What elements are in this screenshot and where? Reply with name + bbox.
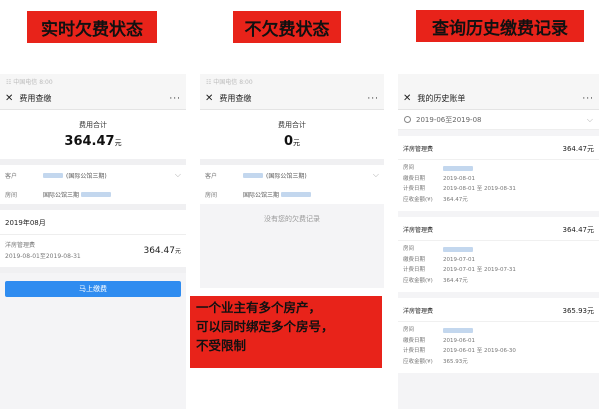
total-value: 364.47 — [64, 134, 115, 149]
month-header: 2019年08月 — [0, 210, 186, 235]
house-label: 房间 — [5, 192, 18, 199]
banner-history-query: 查询历史缴费记录 — [416, 10, 584, 42]
redacted-room — [443, 247, 473, 252]
house-value: 国际公馆三期 — [243, 192, 280, 199]
total-amount: 364.47元 — [0, 130, 186, 159]
record-amount: 364.47元 — [562, 226, 595, 234]
chevron-down-icon[interactable]: ⌵ — [373, 170, 379, 180]
record-date: 2019-07-01 — [443, 256, 475, 263]
record-due: 364.47元 — [443, 277, 468, 284]
redacted-name — [243, 172, 263, 178]
more-icon[interactable]: ··· — [367, 94, 379, 104]
total-label: 费用合计 — [278, 121, 306, 129]
unit-label: 元 — [293, 139, 301, 147]
customer-label: 客户 — [5, 172, 18, 180]
redacted-room — [443, 166, 473, 171]
period-label: 计费日期 — [403, 186, 426, 192]
record-name: 洋房管理费 — [403, 227, 434, 234]
room-label: 房间 — [403, 327, 415, 333]
record-name: 洋房管理费 — [403, 308, 434, 315]
house-row: 房间 国际公馆三期 — [0, 185, 186, 204]
bill-period: 2019-08-01至2019-08-31 — [5, 253, 81, 260]
status-bar: ☷ 中国电信 8:00 — [0, 74, 186, 88]
house-row: 房间 国际公馆三期 — [200, 185, 384, 204]
total-label: 费用合计 — [79, 121, 107, 129]
redacted-room — [81, 192, 112, 197]
record-name: 洋房管理费 — [403, 146, 434, 153]
close-icon[interactable]: ✕ — [403, 93, 411, 104]
customer-row[interactable]: 客户 (国际公馆三期) ⌵ — [0, 165, 186, 185]
status-bar — [398, 74, 599, 88]
multi-property-callout: 一个业主有多个房产， 可以同时绑定多个房号， 不受限制 — [190, 296, 382, 368]
room-label: 房间 — [403, 246, 415, 252]
top-bar: ✕ 费用查缴 ··· — [200, 88, 384, 110]
customer-value: (国际公馆三期) — [266, 172, 307, 180]
banner-no-arrears: 不欠费状态 — [233, 11, 341, 43]
pay-now-button[interactable]: 马上缴费 — [5, 281, 181, 297]
total-card: 费用合计 364.47元 — [0, 110, 186, 159]
page-title: 我的历史账单 — [417, 94, 466, 103]
more-icon[interactable]: ··· — [169, 94, 181, 104]
total-amount: 0元 — [200, 130, 384, 159]
record-period: 2019-07-01 至 2019-07-31 — [443, 267, 516, 273]
bill-name: 洋房管理费 — [5, 242, 36, 249]
empty-message: 没有您的欠费记录 — [200, 204, 384, 234]
bill-item[interactable]: 洋房管理费 2019-08-01至2019-08-31 364.47元 — [0, 235, 186, 267]
search-icon — [404, 116, 411, 123]
record-due: 365.93元 — [443, 358, 468, 365]
record-date: 2019-06-01 — [443, 337, 475, 344]
status-bar: ☷ 中国电信 8:00 — [200, 74, 384, 88]
top-bar: ✕ 费用查缴 ··· — [0, 88, 186, 110]
record-period: 2019-08-01 至 2019-08-31 — [443, 186, 516, 192]
redacted-room — [281, 192, 312, 197]
bill-amount: 364.47元 — [143, 246, 181, 256]
period-label: 计费日期 — [403, 348, 426, 354]
unit-label: 元 — [114, 139, 122, 147]
close-icon[interactable]: ✕ — [205, 93, 213, 104]
period-label: 计费日期 — [403, 267, 426, 273]
house-value: 国际公馆三期 — [43, 192, 80, 199]
phone-screen-current: ☷ 中国电信 8:00 ✕ 费用查缴 ··· 费用合计 364.47元 客户 (… — [0, 74, 186, 409]
date-label: 缴费日期 — [403, 337, 426, 344]
history-record[interactable]: 洋房管理费 364.47元 房间 缴费日期 2019-07-01 计费日期 2019-… — [398, 217, 599, 292]
history-record[interactable]: 洋房管理费 365.93元 房间 缴费日期 2019-06-01 计费日期 2019-… — [398, 298, 599, 373]
callout-line-2: 可以同时绑定多个房号， — [196, 319, 334, 334]
close-icon[interactable]: ✕ — [5, 93, 13, 104]
date-label: 缴费日期 — [403, 175, 426, 182]
top-bar: ✕ 我的历史账单 ··· — [398, 88, 599, 110]
room-label: 房间 — [403, 165, 415, 171]
redacted-room — [443, 328, 473, 333]
record-period: 2019-06-01 至 2019-06-30 — [443, 348, 516, 354]
banner-current-arrears: 实时欠费状态 — [27, 11, 157, 43]
chevron-down-icon[interactable]: ⌵ — [175, 170, 181, 180]
chevron-down-icon[interactable]: ⌵ — [587, 115, 593, 125]
total-card: 费用合计 0元 — [200, 110, 384, 159]
due-label: 应收金额(¥) — [403, 358, 433, 365]
more-icon[interactable]: ··· — [582, 94, 594, 104]
record-due: 364.47元 — [443, 196, 468, 203]
due-label: 应收金额(¥) — [403, 277, 433, 284]
record-amount: 365.93元 — [562, 307, 595, 315]
history-record[interactable]: 洋房管理费 364.47元 房间 缴费日期 2019-08-01 计费日期 2019-… — [398, 136, 599, 211]
date-label: 缴费日期 — [403, 256, 426, 263]
date-range: 2019-06至2019-08 — [416, 115, 482, 124]
customer-label: 客户 — [205, 172, 218, 180]
phone-screen-no-arrears: ☷ 中国电信 8:00 ✕ 费用查缴 ··· 费用合计 0元 客户 (国际公馆三… — [200, 74, 384, 288]
callout-line-3: 不受限制 — [196, 338, 247, 353]
date-range-filter[interactable]: 2019-06至2019-08 ⌵ — [398, 110, 599, 130]
redacted-name — [43, 172, 63, 178]
callout-line-1: 一个业主有多个房产， — [196, 300, 322, 315]
due-label: 应收金额(¥) — [403, 196, 433, 203]
customer-row[interactable]: 客户 (国际公馆三期) ⌵ — [200, 165, 384, 185]
phone-screen-history: ✕ 我的历史账单 ··· 2019-06至2019-08 ⌵ 洋房管理费 364.… — [398, 74, 599, 409]
customer-value: (国际公馆三期) — [66, 172, 107, 180]
page-title: 费用查缴 — [19, 94, 52, 103]
page-title: 费用查缴 — [219, 94, 252, 103]
record-amount: 364.47元 — [562, 145, 595, 153]
divider — [0, 267, 186, 273]
record-date: 2019-08-01 — [443, 175, 475, 182]
house-label: 房间 — [205, 192, 218, 199]
total-value: 0 — [283, 134, 294, 149]
